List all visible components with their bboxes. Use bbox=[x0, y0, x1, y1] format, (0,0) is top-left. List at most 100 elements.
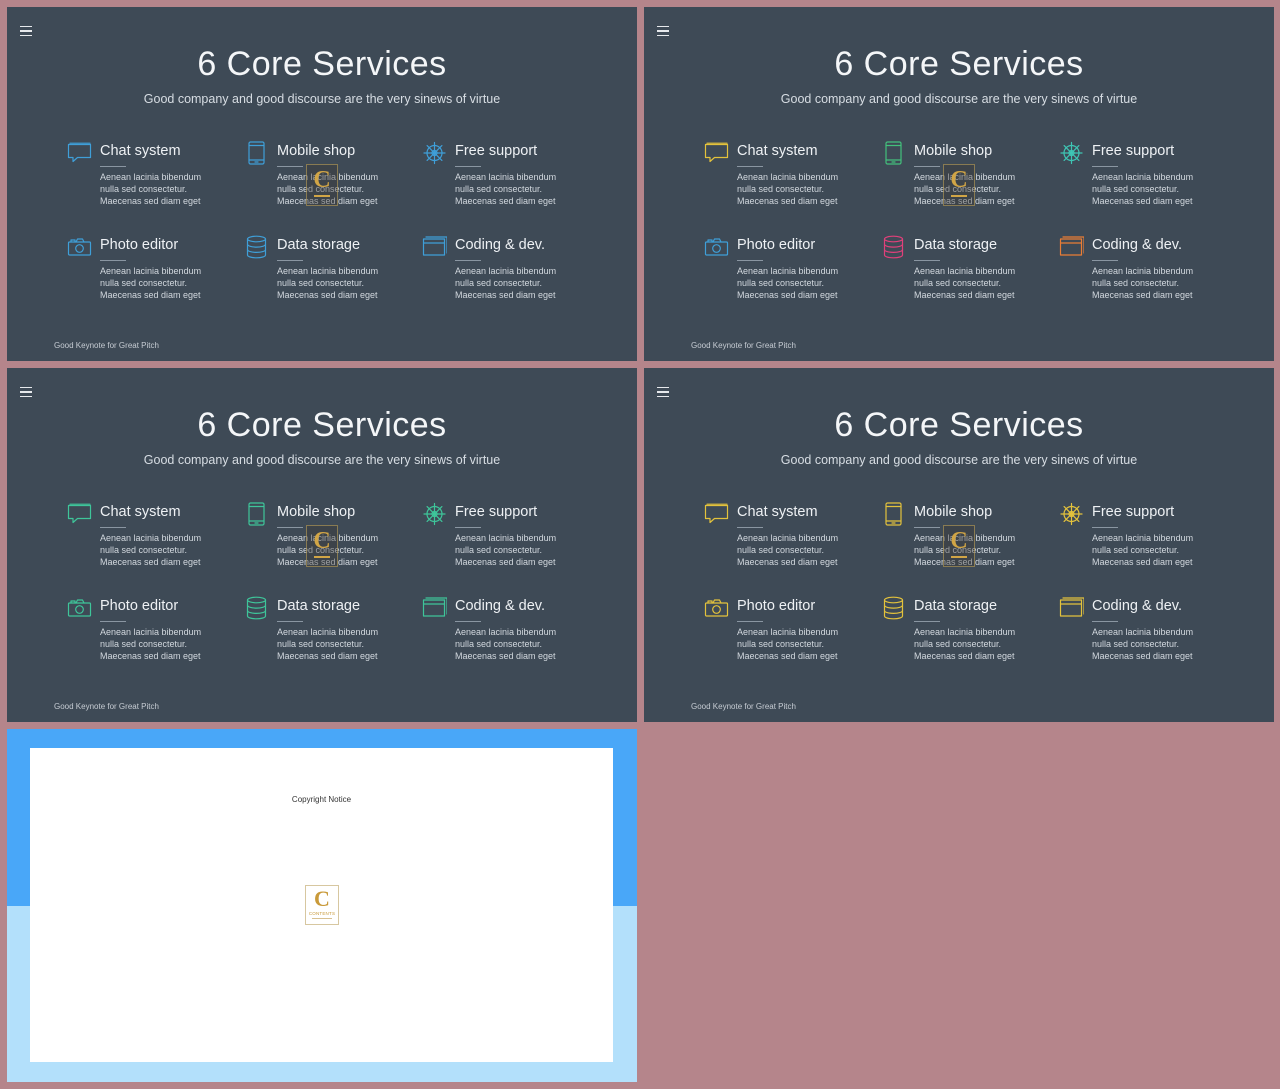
service-description-line: nulla sed consectetur. bbox=[914, 544, 1002, 555]
service-name: Free support bbox=[455, 504, 538, 520]
service-name: Data storage bbox=[914, 598, 998, 614]
service-item: Coding & dev. Aenean lacinia bibendum null… bbox=[1059, 233, 1229, 313]
service-item: Free support Aenean lacinia bibendum nulla… bbox=[1059, 500, 1229, 580]
menu-icon[interactable] bbox=[20, 26, 32, 36]
service-description-line: Maecenas sed diam eget bbox=[100, 556, 201, 567]
menu-icon[interactable] bbox=[657, 387, 669, 397]
service-description-line: nulla sed consectetur. bbox=[737, 544, 825, 555]
service-divider bbox=[100, 621, 126, 622]
service-description-line: Maecenas sed diam eget bbox=[455, 289, 556, 300]
service-description-line: Maecenas sed diam eget bbox=[100, 195, 201, 206]
copyright-slide: Copyright Notice C CONTENTS bbox=[7, 729, 637, 1082]
service-item: Coding & dev. Aenean lacinia bibendum null… bbox=[422, 233, 592, 313]
service-description-line: nulla sed consectetur. bbox=[455, 183, 543, 194]
service-description-line: nulla sed consectetur. bbox=[100, 638, 188, 649]
service-description-line: nulla sed consectetur. bbox=[914, 183, 1002, 194]
database-icon bbox=[244, 235, 269, 259]
watermark-letter: C bbox=[313, 528, 331, 554]
service-description-line: Aenean lacinia bibendum bbox=[737, 627, 839, 637]
service-description-line: Maecenas sed diam eget bbox=[914, 289, 1015, 300]
browser-window-icon bbox=[422, 235, 447, 259]
service-name: Chat system bbox=[100, 143, 181, 159]
service-description: Aenean lacinia bibendum nulla sed consect… bbox=[277, 172, 417, 207]
service-divider bbox=[455, 527, 481, 528]
service-slide: 6 Core Services Good company and good dis… bbox=[7, 7, 637, 361]
database-icon bbox=[244, 596, 269, 620]
helm-icon bbox=[1059, 502, 1084, 526]
service-description-line: Maecenas sed diam eget bbox=[277, 650, 378, 661]
menu-icon[interactable] bbox=[20, 387, 32, 397]
service-divider bbox=[1092, 260, 1118, 261]
service-description: Aenean lacinia bibendum nulla sed consect… bbox=[455, 266, 595, 301]
service-divider bbox=[100, 260, 126, 261]
browser-window-icon bbox=[422, 596, 447, 620]
watermark-letter: C bbox=[950, 528, 968, 554]
service-divider bbox=[914, 166, 940, 167]
service-description-line: Aenean lacinia bibendum bbox=[737, 172, 839, 182]
slide-footer: Good Keynote for Great Pitch bbox=[691, 702, 796, 711]
service-description-line: nulla sed consectetur. bbox=[277, 638, 365, 649]
service-name: Data storage bbox=[914, 237, 998, 253]
service-item: Photo editor Aenean lacinia bibendum nulla… bbox=[67, 594, 237, 674]
slide-title: 6 Core Services bbox=[197, 406, 447, 444]
service-description-line: Maecenas sed diam eget bbox=[277, 556, 378, 567]
slide-footer: Good Keynote for Great Pitch bbox=[691, 341, 796, 350]
service-description: Aenean lacinia bibendum nulla sed consect… bbox=[914, 533, 1054, 568]
service-divider bbox=[455, 260, 481, 261]
service-description-line: Aenean lacinia bibendum bbox=[100, 533, 202, 543]
service-name: Data storage bbox=[277, 237, 361, 253]
database-icon bbox=[881, 235, 906, 259]
watermark-bar bbox=[314, 195, 330, 197]
service-name: Coding & dev. bbox=[1092, 237, 1183, 253]
database-icon bbox=[881, 596, 906, 620]
service-description: Aenean lacinia bibendum nulla sed consect… bbox=[737, 627, 877, 662]
service-divider bbox=[100, 527, 126, 528]
slide-subtitle: Good company and good discourse are the … bbox=[780, 453, 1138, 467]
watermark-logo: C bbox=[943, 525, 975, 567]
service-description-line: Maecenas sed diam eget bbox=[100, 289, 201, 300]
service-description-line: Maecenas sed diam eget bbox=[1092, 195, 1193, 206]
service-description-line: nulla sed consectetur. bbox=[1092, 183, 1180, 194]
service-description-line: Aenean lacinia bibendum bbox=[914, 172, 1016, 182]
service-description: Aenean lacinia bibendum nulla sed consect… bbox=[277, 266, 417, 301]
service-description-line: Maecenas sed diam eget bbox=[455, 195, 556, 206]
mobile-icon bbox=[881, 502, 906, 526]
service-slide: 6 Core Services Good company and good dis… bbox=[644, 7, 1274, 361]
service-description-line: nulla sed consectetur. bbox=[914, 277, 1002, 288]
service-name: Mobile shop bbox=[277, 504, 356, 520]
service-description: Aenean lacinia bibendum nulla sed consect… bbox=[914, 266, 1054, 301]
service-description: Aenean lacinia bibendum nulla sed consect… bbox=[1092, 172, 1232, 207]
service-description-line: nulla sed consectetur. bbox=[914, 638, 1002, 649]
service-divider bbox=[455, 621, 481, 622]
service-description: Aenean lacinia bibendum nulla sed consect… bbox=[1092, 627, 1232, 662]
slide-subtitle: Good company and good discourse are the … bbox=[143, 92, 501, 106]
service-description-line: nulla sed consectetur. bbox=[1092, 544, 1180, 555]
service-item: Chat system Aenean lacinia bibendum nulla … bbox=[704, 500, 874, 580]
service-description-line: nulla sed consectetur. bbox=[455, 544, 543, 555]
service-description-line: nulla sed consectetur. bbox=[100, 544, 188, 555]
watermark-logo: C bbox=[306, 525, 338, 567]
service-description-line: Aenean lacinia bibendum bbox=[914, 627, 1016, 637]
service-name: Mobile shop bbox=[914, 504, 993, 520]
service-description: Aenean lacinia bibendum nulla sed consect… bbox=[100, 627, 240, 662]
slide-subtitle: Good company and good discourse are the … bbox=[143, 453, 501, 467]
chat-icon bbox=[704, 141, 729, 165]
service-description-line: Aenean lacinia bibendum bbox=[277, 627, 379, 637]
service-name: Mobile shop bbox=[277, 143, 356, 159]
service-description-line: Aenean lacinia bibendum bbox=[100, 627, 202, 637]
camera-icon bbox=[67, 235, 92, 259]
service-name: Coding & dev. bbox=[455, 237, 546, 253]
service-description: Aenean lacinia bibendum nulla sed consect… bbox=[1092, 266, 1232, 301]
slide-title: 6 Core Services bbox=[834, 45, 1084, 83]
chat-icon bbox=[67, 502, 92, 526]
menu-icon[interactable] bbox=[657, 26, 669, 36]
service-description-line: Aenean lacinia bibendum bbox=[1092, 533, 1194, 543]
service-description-line: Maecenas sed diam eget bbox=[1092, 289, 1193, 300]
contents-logo: C CONTENTS bbox=[305, 885, 339, 925]
slide-footer: Good Keynote for Great Pitch bbox=[54, 341, 159, 350]
slide-footer: Good Keynote for Great Pitch bbox=[54, 702, 159, 711]
service-divider bbox=[277, 527, 303, 528]
helm-icon bbox=[422, 502, 447, 526]
service-description-line: Maecenas sed diam eget bbox=[737, 289, 838, 300]
service-item: Photo editor Aenean lacinia bibendum nulla… bbox=[67, 233, 237, 313]
